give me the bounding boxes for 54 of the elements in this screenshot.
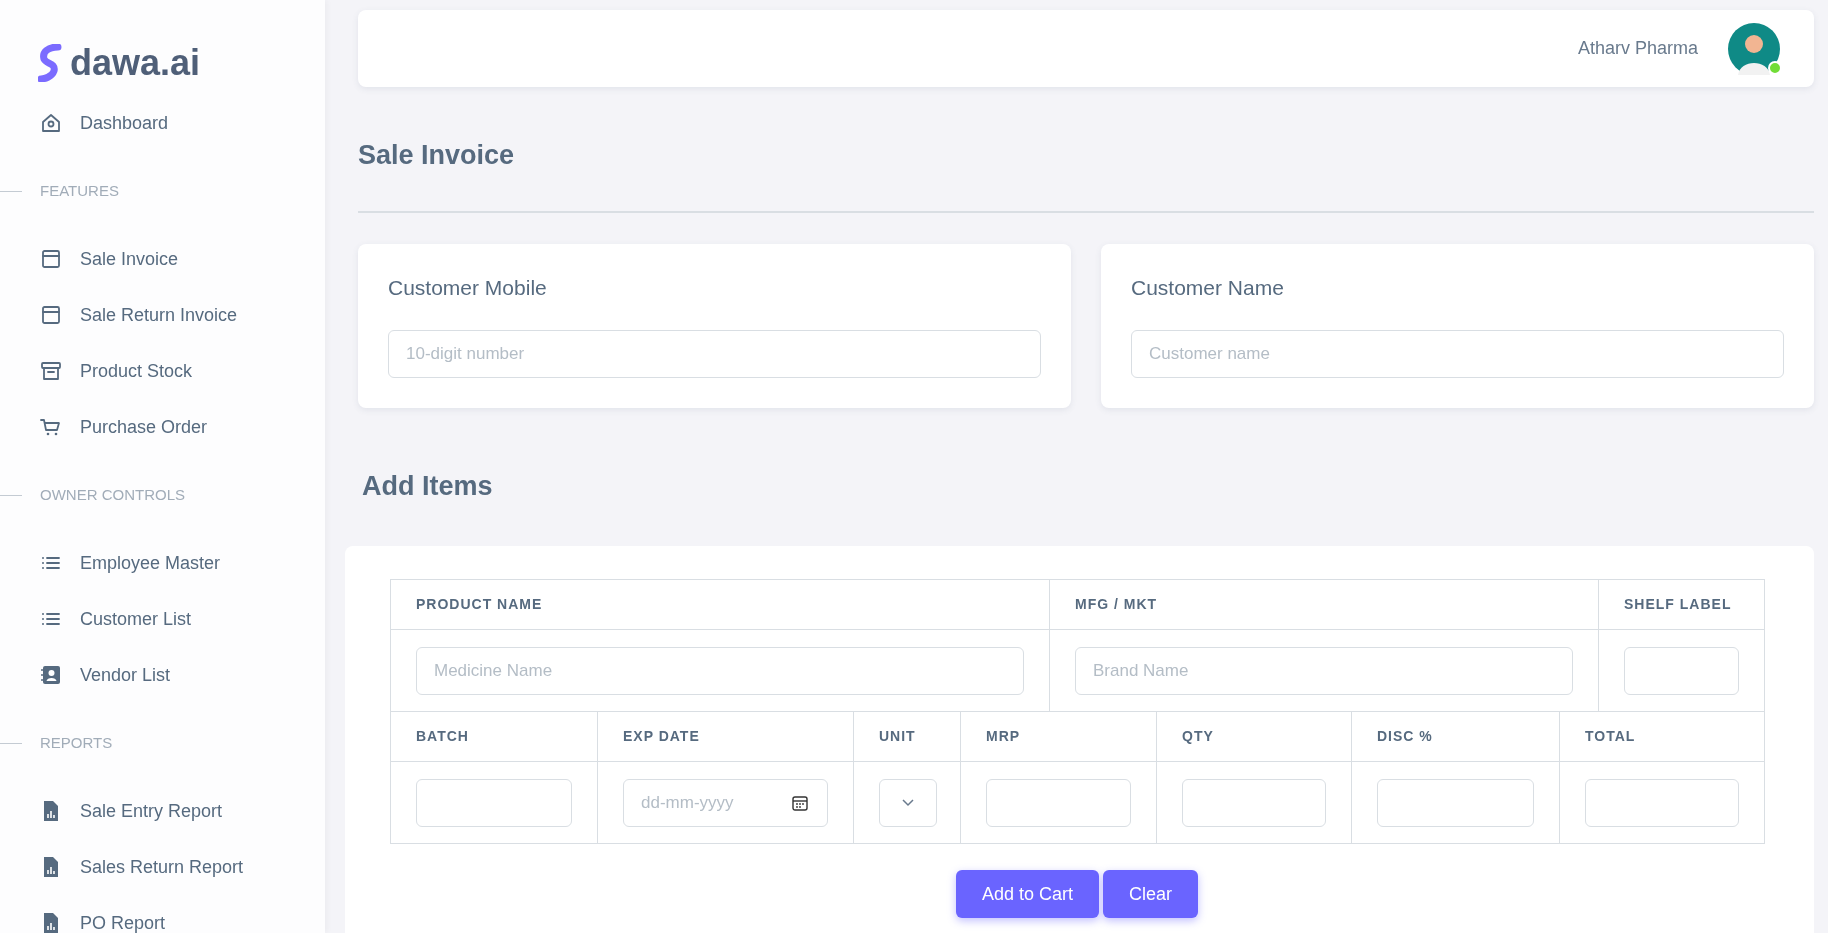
home-icon bbox=[40, 112, 62, 134]
window-icon bbox=[40, 304, 62, 326]
section-title: Add Items bbox=[362, 469, 494, 503]
clear-button[interactable]: Clear bbox=[1103, 870, 1199, 919]
input-field[interactable]: Brand Name bbox=[1075, 646, 1573, 695]
input-field[interactable] bbox=[1182, 778, 1326, 827]
input-field[interactable] bbox=[416, 778, 572, 827]
input-field[interactable]: Customer name bbox=[1131, 329, 1784, 378]
column-header: MRP bbox=[960, 711, 1157, 762]
cart-icon bbox=[40, 416, 62, 438]
sidebar-item[interactable]: Sale Entry Report bbox=[0, 783, 325, 839]
add-to-cart-button[interactable]: Add to Cart bbox=[955, 870, 1099, 919]
column-header: EXP DATE bbox=[597, 711, 854, 762]
column-header: QTY bbox=[1156, 711, 1352, 762]
page-title: Sale Invoice bbox=[358, 139, 516, 172]
contact-book-icon bbox=[40, 664, 62, 686]
archive-icon bbox=[40, 360, 62, 382]
input-field[interactable]: 10-digit number bbox=[388, 329, 1041, 378]
sidebar-item[interactable]: Employee Master bbox=[0, 535, 325, 591]
sidebar-item[interactable]: Customer List bbox=[0, 591, 325, 647]
sidebar-item[interactable]: Sale Invoice bbox=[0, 231, 325, 287]
section-heading: OWNER CONTROLS bbox=[40, 484, 185, 505]
input-field[interactable] bbox=[1624, 646, 1739, 695]
sidebar-item[interactable]: Dashboard bbox=[0, 95, 325, 151]
sidebar-item[interactable]: Vendor List bbox=[0, 647, 325, 703]
chevron-down-icon bbox=[902, 798, 914, 807]
logo-icon bbox=[38, 43, 62, 82]
date-field[interactable]: dd-mm-yyyy bbox=[623, 778, 828, 827]
window-icon bbox=[40, 248, 62, 270]
column-header: PRODUCT NAME bbox=[390, 579, 1050, 630]
column-header: DISC % bbox=[1351, 711, 1560, 762]
sidebar-item[interactable]: PO Report bbox=[0, 895, 325, 933]
column-header: MFG / MKT bbox=[1049, 579, 1599, 630]
column-header: BATCH bbox=[390, 711, 598, 762]
section-heading: FEATURES bbox=[40, 180, 119, 201]
unit-select[interactable] bbox=[879, 778, 937, 827]
calendar-icon[interactable] bbox=[792, 794, 808, 812]
sidebar-item[interactable]: Product Stock bbox=[0, 343, 325, 399]
input-field[interactable] bbox=[986, 778, 1131, 827]
section-heading: REPORTS bbox=[40, 732, 113, 753]
input-field[interactable] bbox=[1377, 778, 1534, 827]
sidebar-item[interactable]: Sale Return Invoice bbox=[0, 287, 325, 343]
input-field[interactable]: Medicine Name bbox=[416, 646, 1024, 695]
field-label: Customer Mobile bbox=[388, 275, 548, 302]
field-label: Customer Name bbox=[1131, 275, 1285, 302]
avatar[interactable] bbox=[1728, 22, 1780, 75]
column-header: TOTAL bbox=[1559, 711, 1765, 762]
brand-name: dawa.ai bbox=[70, 44, 201, 81]
input-field[interactable] bbox=[1585, 778, 1739, 827]
column-header: SHELF LABEL bbox=[1598, 579, 1765, 630]
sidebar-item[interactable]: Purchase Order bbox=[0, 399, 325, 455]
user-name: Atharv Pharma bbox=[1577, 37, 1698, 60]
column-header: UNIT bbox=[853, 711, 961, 762]
sidebar-item[interactable]: Sales Return Report bbox=[0, 839, 325, 895]
